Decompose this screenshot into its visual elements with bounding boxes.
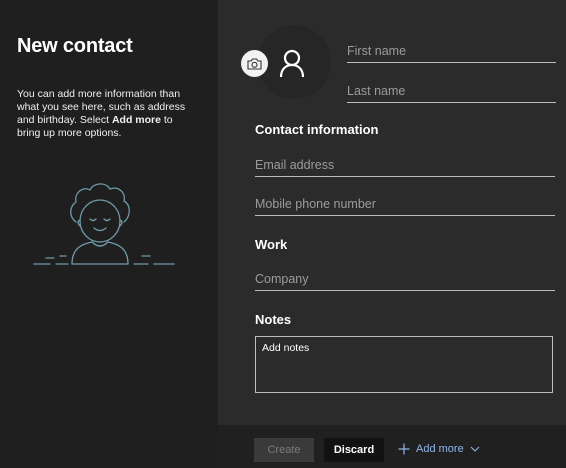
first-name-field[interactable] xyxy=(347,40,556,63)
chevron-down-icon xyxy=(470,446,480,452)
work-heading: Work xyxy=(255,237,288,252)
company-field[interactable] xyxy=(255,268,555,291)
mobile-phone-field[interactable] xyxy=(255,193,555,216)
contact-information-heading: Contact information xyxy=(255,122,379,137)
create-button[interactable]: Create xyxy=(254,438,314,462)
sidebar-panel: New contact You can add more information… xyxy=(0,0,218,468)
contact-illustration-icon xyxy=(33,183,175,265)
email-field[interactable] xyxy=(255,154,555,177)
plus-icon xyxy=(398,443,410,455)
add-photo-button[interactable] xyxy=(241,50,268,77)
page-title: New contact xyxy=(17,35,133,57)
person-icon xyxy=(279,49,305,78)
camera-icon xyxy=(247,57,262,70)
description-add-more-bold: Add more xyxy=(111,114,161,126)
last-name-field[interactable] xyxy=(347,80,556,103)
add-more-button[interactable]: Add more xyxy=(398,440,480,458)
notes-textarea[interactable] xyxy=(255,336,553,393)
discard-button[interactable]: Discard xyxy=(324,438,384,462)
add-more-label: Add more xyxy=(416,443,464,455)
notes-heading: Notes xyxy=(255,312,292,327)
sidebar-description: You can add more information than what y… xyxy=(17,88,193,140)
